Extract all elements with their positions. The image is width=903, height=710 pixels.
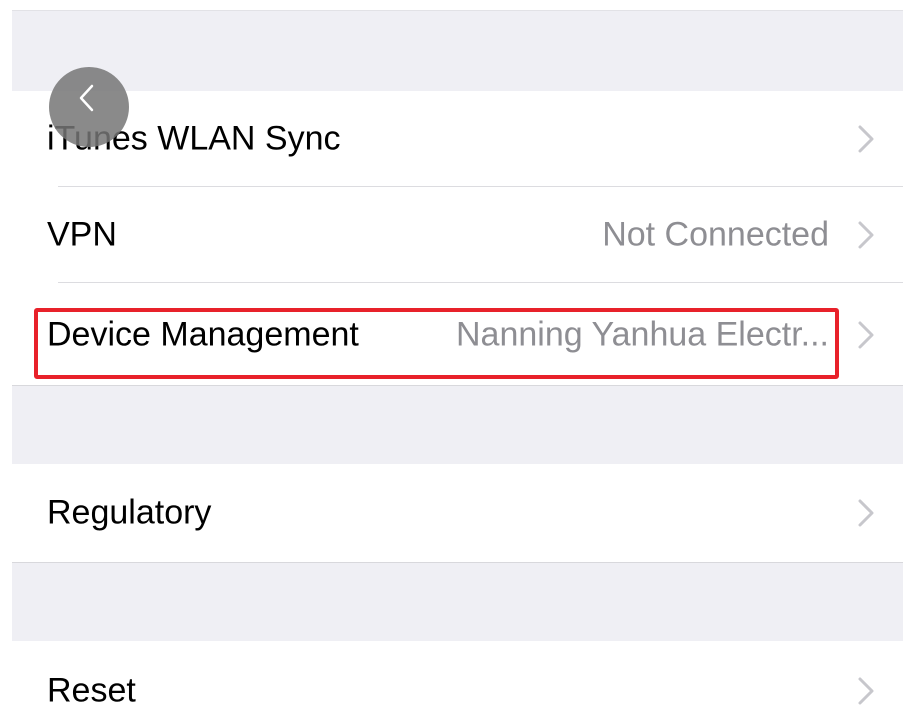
- itunes-wlan-sync-row[interactable]: iTunes WLAN Sync: [12, 91, 903, 187]
- settings-screen: iTunes WLAN Sync VPN Not Connected Devic…: [0, 0, 903, 710]
- vpn-row[interactable]: VPN Not Connected: [12, 187, 903, 283]
- reset-row[interactable]: Reset: [12, 641, 903, 710]
- chevron-left-icon: [79, 84, 97, 113]
- chevron-right-icon: [855, 498, 877, 528]
- chevron-right-icon: [855, 676, 877, 706]
- back-button[interactable]: [49, 67, 129, 147]
- chevron-right-icon: [855, 320, 877, 350]
- chevron-right-icon: [855, 220, 877, 250]
- vpn-label: VPN: [47, 215, 117, 254]
- device-management-value: Nanning Yanhua Electr...: [455, 315, 829, 354]
- regulatory-row[interactable]: Regulatory: [12, 464, 903, 562]
- reset-label: Reset: [47, 671, 136, 710]
- row-separator: [58, 282, 903, 283]
- chevron-right-icon: [855, 124, 877, 154]
- group-spacer-middle: [12, 385, 903, 465]
- group-spacer-lower: [12, 562, 903, 642]
- device-management-label: Device Management: [47, 315, 359, 354]
- regulatory-label: Regulatory: [47, 493, 212, 532]
- group-spacer-top: [12, 10, 903, 92]
- device-management-row[interactable]: Device Management Nanning Yanhua Electr.…: [12, 287, 903, 383]
- vpn-status-value: Not Connected: [602, 215, 829, 254]
